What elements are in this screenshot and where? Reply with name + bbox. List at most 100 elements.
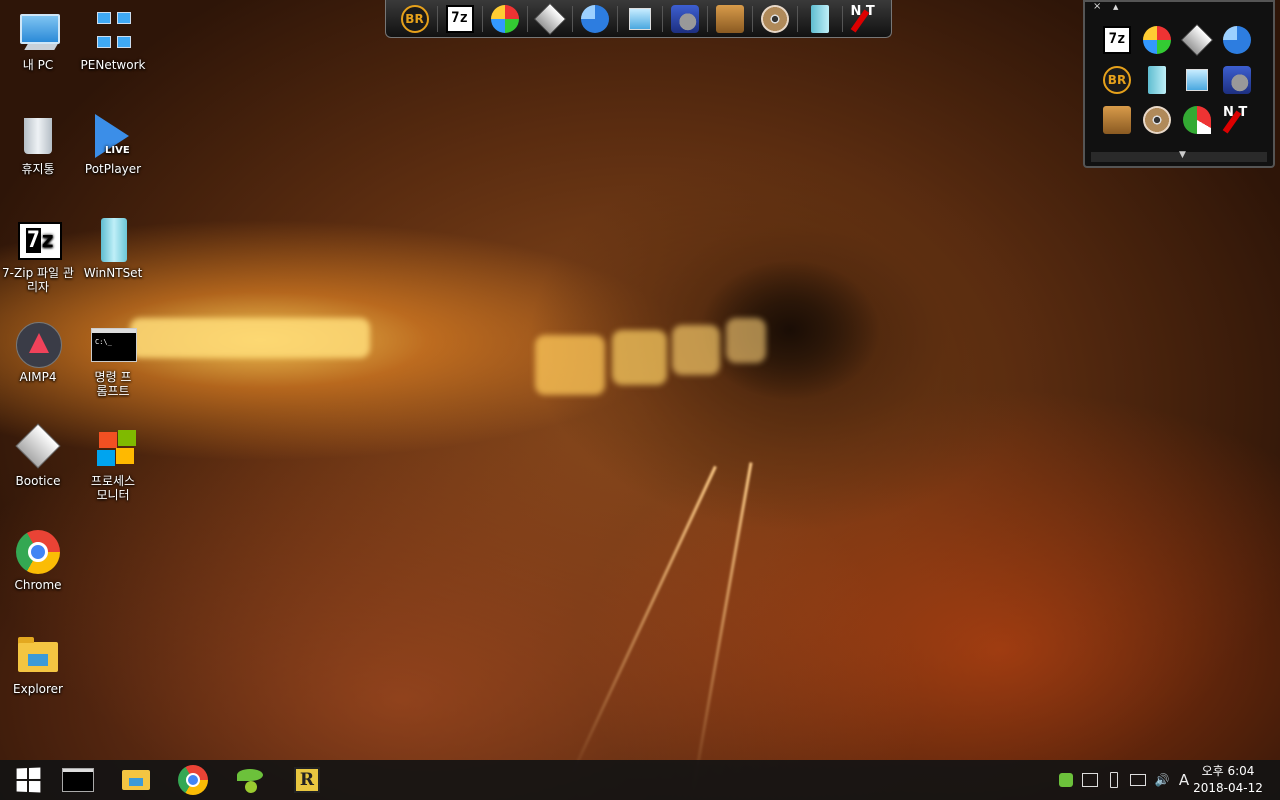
bootice-icon xyxy=(1181,24,1213,56)
desktop-icon-recycle-bin[interactable]: 휴지통 xyxy=(0,106,76,176)
leaf-app-icon xyxy=(235,767,265,793)
command-prompt-button[interactable] xyxy=(50,760,106,800)
launcher-monitor-button[interactable] xyxy=(617,0,662,38)
desktop-icon-7zip[interactable]: 7z 7-Zip 파일 관리자 xyxy=(0,210,76,294)
panel-pie-chart-button[interactable] xyxy=(1177,100,1217,140)
panel-ntpwedit-button[interactable]: N T xyxy=(1217,100,1257,140)
launcher-partition-button[interactable] xyxy=(482,0,527,38)
bootice-icon xyxy=(15,423,61,470)
command-prompt-icon: C:\_ xyxy=(91,322,137,366)
7zip-icon: 7z xyxy=(445,5,474,33)
desktop-icon-label: PotPlayer xyxy=(84,162,142,176)
this-pc-icon xyxy=(16,10,60,54)
network-icon[interactable] xyxy=(1080,772,1100,788)
package-icon xyxy=(715,5,744,33)
panel-cd-button[interactable] xyxy=(1137,100,1177,140)
desktop-icon-label: PENetwork xyxy=(80,58,146,72)
panel-partition-button[interactable] xyxy=(1137,20,1177,60)
desktop-icon-winntset[interactable]: WinNTSet xyxy=(75,210,151,280)
start-button[interactable] xyxy=(0,760,56,800)
7zip-icon: 7z xyxy=(1103,26,1131,54)
app-r-button[interactable]: R xyxy=(279,760,335,800)
pie-chart-icon xyxy=(1183,106,1211,134)
launcher-cd-button[interactable] xyxy=(752,0,797,38)
partition-icon xyxy=(1143,26,1171,54)
process-monitor-icon xyxy=(91,426,136,470)
partition-icon xyxy=(490,5,519,33)
launcher-panel: × ▲ 7z BR N T ▼ xyxy=(1083,0,1275,168)
pe-network-icon xyxy=(91,10,135,54)
chrome-icon xyxy=(16,530,60,574)
panel-scrollbar[interactable]: ▼ xyxy=(1091,150,1267,162)
tray-app-icon[interactable] xyxy=(1056,772,1076,788)
launcher-disk-usage-button[interactable] xyxy=(572,0,617,38)
desktop-icon-command-prompt[interactable]: C:\_ 명령 프롬프트 xyxy=(75,314,151,398)
package-icon xyxy=(1103,106,1131,134)
launcher-ntpwedit-button[interactable]: N T xyxy=(842,0,887,38)
7zip-icon: 7z xyxy=(16,218,62,262)
monitor-icon xyxy=(1186,69,1208,91)
app-leaf-button[interactable] xyxy=(222,760,278,800)
wallpaper-light xyxy=(672,325,720,375)
network-settings-icon xyxy=(1223,66,1251,94)
panel-collapse-button[interactable]: ▲ xyxy=(1113,3,1118,11)
desktop-icon-aimp4[interactable]: AIMP4 xyxy=(0,314,76,384)
panel-icon-grid: 7z BR N T xyxy=(1097,20,1257,140)
desktop-icon-explorer[interactable]: Explorer xyxy=(0,626,76,696)
potplayer-icon: LIVE xyxy=(91,114,135,158)
ime-indicator[interactable]: A xyxy=(1174,771,1194,789)
desktop-icon-label: 내 PC xyxy=(22,58,54,72)
chrome-button[interactable] xyxy=(165,760,221,800)
potplayer-live-badge: LIVE xyxy=(105,145,130,156)
panel-close-button[interactable]: × xyxy=(1093,1,1101,12)
panel-network-button[interactable] xyxy=(1217,60,1257,100)
panel-package-button[interactable] xyxy=(1097,100,1137,140)
cd-icon xyxy=(1143,106,1171,134)
winntset-icon xyxy=(1148,66,1166,94)
panel-bootice-button[interactable] xyxy=(1177,20,1217,60)
launcher-network-button[interactable] xyxy=(662,0,707,38)
desktop-icon-process-monitor[interactable]: 프로세스 모니터 xyxy=(75,418,151,502)
taskbar: R 🔊 A 오후 6:04 2018-04-12 xyxy=(0,760,1280,800)
desktop-icon-potplayer[interactable]: LIVE PotPlayer xyxy=(75,106,151,176)
panel-winntset-button[interactable] xyxy=(1137,60,1177,100)
panel-7zip-button[interactable]: 7z xyxy=(1097,20,1137,60)
br-icon: BR xyxy=(1103,66,1131,94)
br-icon: BR xyxy=(400,5,429,33)
launcher-bootice-button[interactable] xyxy=(527,0,572,38)
desktop-icon-chrome[interactable]: Chrome xyxy=(0,522,76,592)
launcher-package-button[interactable] xyxy=(707,0,752,38)
recycle-bin-icon xyxy=(16,114,60,158)
command-prompt-icon xyxy=(62,768,94,792)
cmd-prompt-text: C:\_ xyxy=(95,338,112,346)
winntset-icon xyxy=(810,5,829,33)
panel-scroll-down-icon[interactable]: ▼ xyxy=(1179,150,1186,160)
panel-br-button[interactable]: BR xyxy=(1097,60,1137,100)
panel-monitor-button[interactable] xyxy=(1177,60,1217,100)
desktop-icon-label: 명령 프롬프트 xyxy=(94,370,132,398)
network-settings-icon xyxy=(670,5,699,33)
desktop-icon-bootice[interactable]: Bootice xyxy=(0,418,76,488)
desktop-icon-penetwork[interactable]: PENetwork xyxy=(75,2,151,72)
launcher-br-button[interactable]: BR xyxy=(392,0,437,38)
desktop-icon-label: WinNTSet xyxy=(83,266,143,280)
usb-icon[interactable] xyxy=(1104,772,1124,788)
volume-icon[interactable]: 🔊 xyxy=(1152,772,1172,788)
monitor-tray-icon[interactable] xyxy=(1128,772,1148,788)
desktop-icon-this-pc[interactable]: 내 PC xyxy=(0,2,76,72)
windows-logo-icon xyxy=(16,767,41,793)
desktop-icon-label: 프로세스 모니터 xyxy=(90,474,136,502)
launcher-winntset-button[interactable] xyxy=(797,0,842,38)
launcher-7zip-button[interactable]: 7z xyxy=(437,0,482,38)
wallpaper-rail xyxy=(566,465,717,785)
desktop-icon-label: Chrome xyxy=(14,578,62,592)
wallpaper-light xyxy=(535,335,605,395)
taskbar-clock[interactable]: 오후 6:04 2018-04-12 xyxy=(1192,763,1264,797)
aimp4-icon xyxy=(16,322,62,368)
panel-disk-usage-button[interactable] xyxy=(1217,20,1257,60)
disk-usage-icon xyxy=(580,5,609,33)
file-explorer-button[interactable] xyxy=(108,760,164,800)
winntset-icon xyxy=(91,218,135,262)
quick-launch-bar: BR 7z N T xyxy=(385,0,892,38)
desktop-icon-label: AIMP4 xyxy=(19,370,57,384)
